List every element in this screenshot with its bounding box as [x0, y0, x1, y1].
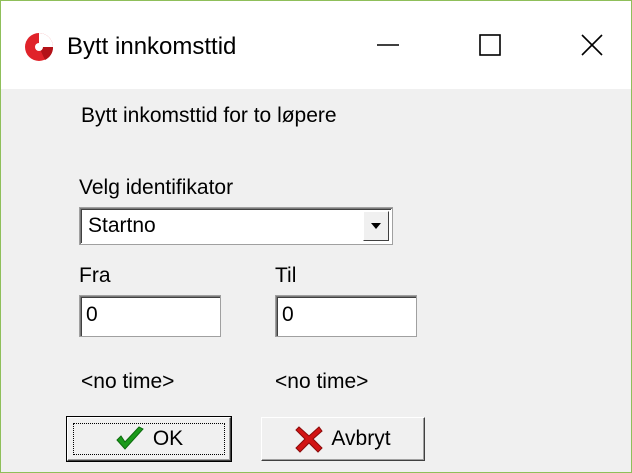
from-label: Fra — [79, 264, 111, 287]
cancel-button[interactable]: Avbryt — [261, 417, 425, 461]
to-field[interactable] — [275, 295, 417, 337]
to-input[interactable] — [282, 302, 402, 328]
identifier-selected-value: Startno — [88, 214, 156, 237]
from-input[interactable] — [86, 302, 206, 328]
title-bar[interactable]: Bytt innkomsttid — [1, 1, 631, 89]
focus-rectangle — [73, 423, 225, 455]
identifier-label: Velg identifikator — [79, 176, 234, 199]
from-time-label: <no time> — [81, 370, 175, 393]
window-title: Bytt innkomsttid — [67, 33, 237, 60]
identifier-select[interactable]: Startno — [79, 207, 393, 245]
red-x-icon — [295, 425, 324, 453]
close-button[interactable] — [557, 23, 627, 71]
description-label: Bytt inkomsttid for to løpere — [81, 104, 337, 127]
to-label: Til — [275, 264, 297, 287]
chevron-down-icon — [370, 217, 382, 235]
minimize-icon — [376, 33, 400, 62]
to-time-label: <no time> — [275, 370, 369, 393]
minimize-button[interactable] — [353, 23, 423, 71]
close-icon — [580, 33, 604, 62]
from-field[interactable] — [79, 295, 221, 337]
dialog-window: Bytt innkomsttid Bytt inkomsttid for to … — [0, 0, 632, 473]
cancel-label: Avbryt — [331, 427, 391, 450]
maximize-button[interactable] — [455, 23, 525, 71]
dropdown-button[interactable] — [363, 211, 389, 241]
maximize-icon — [478, 33, 502, 62]
ok-button[interactable]: OK — [66, 416, 232, 462]
app-logo-icon — [23, 31, 55, 63]
